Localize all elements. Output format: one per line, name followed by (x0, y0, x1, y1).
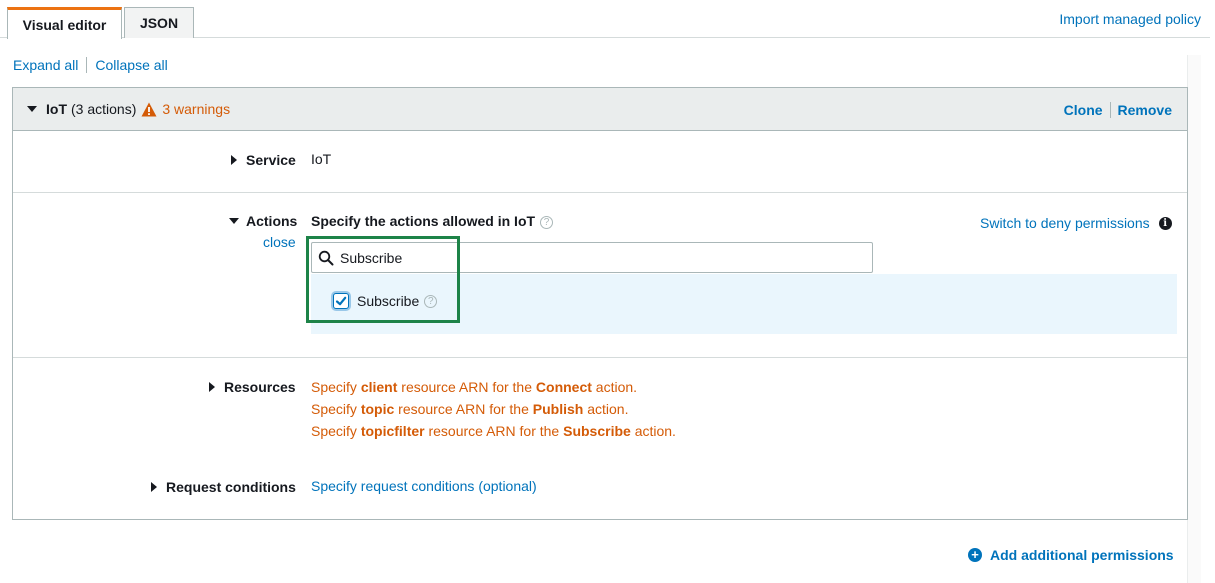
request-conditions-label: Request conditions (166, 479, 296, 495)
panel-actions-count: (3 actions) (71, 101, 137, 117)
resources-row-toggle[interactable]: Resources (209, 379, 296, 395)
resource-warning-subscribe[interactable]: Specify topicfilter resource ARN for the… (311, 423, 676, 439)
panel-service-name: IoT (46, 101, 67, 117)
request-conditions-row-toggle[interactable]: Request conditions (151, 479, 296, 495)
plus-circle-icon: + (968, 548, 982, 562)
clone-button[interactable]: Clone (1064, 102, 1103, 118)
expand-collapse-bar: Expand all Collapse all (13, 57, 168, 73)
permission-panel: IoT (3 actions) 3 warnings Clone Remove … (12, 87, 1188, 520)
info-icon[interactable]: i (1158, 216, 1172, 230)
highlight-box (306, 236, 460, 323)
service-value: IoT (311, 151, 332, 167)
actions-heading: Specify the actions allowed in IoT? (311, 213, 554, 229)
editor-tab-bar: Visual editor JSON Import managed policy (0, 0, 1210, 39)
switch-deny-text[interactable]: Switch to deny permissions (980, 215, 1150, 231)
add-permissions-label[interactable]: Add additional permissions (990, 547, 1174, 563)
action-name: Subscribe (563, 423, 631, 439)
warning-text: resource ARN for the (397, 379, 536, 395)
scrollbar-track[interactable] (1187, 55, 1201, 583)
resource-type: topic (360, 401, 395, 417)
collapse-all-link[interactable]: Collapse all (95, 57, 167, 73)
switch-deny-link[interactable]: Switch to deny permissions i (980, 215, 1172, 231)
warning-text: resource ARN for the (424, 423, 564, 439)
divider (13, 192, 1187, 193)
expand-all-link[interactable]: Expand all (13, 57, 78, 73)
divider (86, 57, 88, 73)
warning-text: Specify (311, 379, 361, 395)
resource-warning-connect[interactable]: Specify client resource ARN for the Conn… (311, 379, 637, 395)
actions-heading-text: Specify the actions allowed in IoT (311, 213, 536, 229)
service-label: Service (246, 152, 296, 168)
tab-visual-editor[interactable]: Visual editor (7, 7, 122, 39)
resource-type: client (360, 379, 398, 395)
service-row-toggle[interactable]: Service (231, 152, 296, 168)
warning-text: Specify (311, 401, 361, 417)
action-name: Connect (535, 379, 592, 395)
add-additional-permissions-button[interactable]: + Add additional permissions (968, 547, 1174, 563)
actions-label: Actions (246, 213, 298, 229)
action-name: Publish (532, 401, 584, 417)
actions-row-toggle[interactable]: Actions (229, 213, 297, 229)
resource-type: topicfilter (360, 423, 425, 439)
panel-header[interactable]: IoT (3 actions) 3 warnings Clone Remove (13, 88, 1187, 131)
expand-caret-icon (151, 482, 157, 492)
warning-text: resource ARN for the (394, 401, 533, 417)
divider (1109, 102, 1111, 118)
resources-label: Resources (224, 379, 296, 395)
resource-warning-publish[interactable]: Specify topic resource ARN for the Publi… (311, 401, 628, 417)
warning-text: action. (630, 423, 676, 439)
expand-caret-icon (231, 155, 237, 165)
warning-text: action. (591, 379, 638, 395)
warning-icon (141, 102, 157, 116)
divider (13, 357, 1187, 358)
help-icon[interactable]: ? (540, 215, 554, 229)
expand-caret-icon (209, 382, 215, 392)
warning-text: action. (583, 401, 629, 417)
warnings-count[interactable]: 3 warnings (162, 101, 230, 117)
collapse-caret-icon (229, 218, 239, 224)
request-conditions-link[interactable]: Specify request conditions (optional) (311, 478, 537, 494)
import-managed-policy-link[interactable]: Import managed policy (1059, 11, 1201, 27)
warning-text: Specify (311, 423, 361, 439)
tab-json[interactable]: JSON (124, 7, 194, 38)
actions-close-link[interactable]: close (263, 234, 296, 250)
collapse-caret-icon[interactable] (27, 106, 37, 112)
remove-button[interactable]: Remove (1118, 102, 1172, 118)
